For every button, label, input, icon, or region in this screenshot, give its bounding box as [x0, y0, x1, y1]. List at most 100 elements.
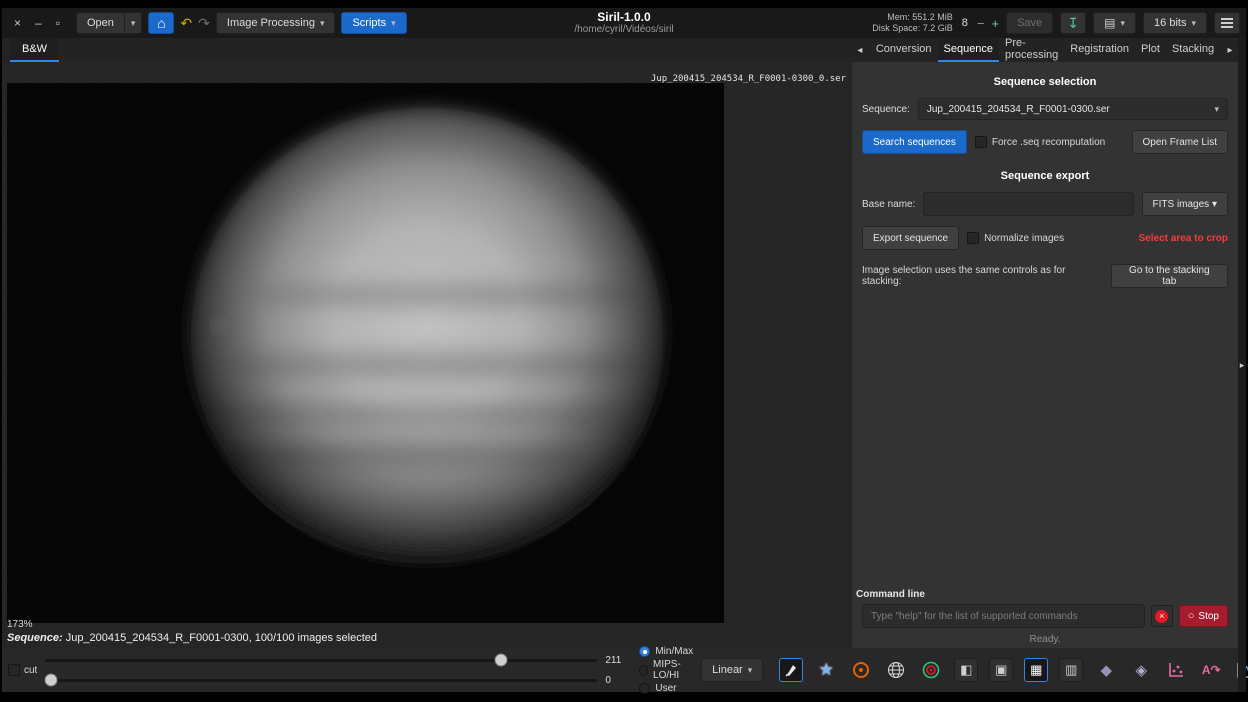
tab-plot[interactable]: Plot — [1135, 38, 1166, 62]
normalize-checkbox[interactable] — [967, 232, 979, 244]
radio-minmax[interactable]: Min/Max — [639, 646, 693, 657]
grid-overlay-button[interactable]: ▦ — [1024, 658, 1048, 682]
force-seq-checkbox[interactable] — [975, 136, 987, 148]
image-tab-bar: B&W — [2, 38, 852, 62]
cut-checkbox[interactable] — [8, 664, 20, 676]
plot-shift-button[interactable] — [1164, 658, 1188, 682]
stacking-note: Image selection uses the same controls a… — [862, 265, 1103, 287]
scripts-label: Scripts — [352, 17, 386, 29]
hamburger-icon — [1221, 18, 1233, 28]
aperture-button[interactable] — [849, 658, 873, 682]
open-recent-dropdown[interactable]: ▾ — [125, 12, 143, 34]
screen: × – ▫ Open ▾ ⌂ ↶ ↷ Image Processing ▾ Sc… — [0, 0, 1248, 702]
panel-collapse-icon: ▸ — [1240, 360, 1245, 371]
chevron-down-icon: ▾ — [1214, 104, 1219, 115]
search-sequences-button[interactable]: Search sequences — [862, 130, 967, 154]
export-sequence-button[interactable]: Export sequence — [862, 226, 959, 250]
sequence-status: Sequence: Jup_200415_204534_R_F0001-0300… — [7, 632, 377, 644]
transform-button[interactable]: A↷ — [1199, 658, 1223, 682]
sequence-selection-heading: Sequence selection — [862, 76, 1228, 88]
chevron-down-icon: ▾ — [1121, 18, 1126, 29]
home-button[interactable]: ⌂ — [148, 12, 174, 34]
chevron-down-icon: ▾ — [391, 18, 396, 29]
radio-user[interactable]: User — [639, 683, 693, 694]
display-mode-dropdown[interactable]: Linear ▾ — [701, 658, 763, 682]
window-controls: × – ▫ — [8, 17, 60, 29]
one-to-one-icon: ▣ — [995, 662, 1007, 678]
chevron-left-icon: ◂ — [857, 45, 862, 56]
export-format-dropdown[interactable]: FITS images ▾ — [1142, 192, 1229, 216]
minimize-icon[interactable]: – — [35, 17, 42, 29]
cut-option[interactable]: cut — [8, 664, 37, 676]
radio-mips[interactable]: MIPS-LO/HI — [639, 659, 693, 681]
high-slider-handle[interactable] — [494, 654, 507, 667]
low-level-value: 0 — [605, 675, 631, 686]
display-mode-label: Linear — [712, 664, 743, 676]
mirror-x-button[interactable]: ◆ — [1094, 658, 1118, 682]
tab-preprocessing[interactable]: Pre-processing — [999, 38, 1064, 62]
bit-depth-label: 16 bits — [1154, 17, 1186, 29]
stop-button[interactable]: ○ Stop — [1179, 605, 1228, 627]
mirror-x-icon: ◆ — [1100, 661, 1112, 679]
snapshot-dropdown[interactable]: ▤ ▾ — [1093, 12, 1136, 34]
sequence-status-value: Jup_200415_204534_R_F0001-0300, 100/100 … — [63, 632, 377, 644]
redo-icon[interactable]: ↷ — [198, 15, 210, 32]
memory-info: Mem: 551.2 MiB — [872, 12, 953, 23]
command-input[interactable] — [862, 604, 1145, 628]
radio-user-label: User — [655, 683, 676, 694]
force-seq-option[interactable]: Force .seq recomputation — [975, 136, 1105, 148]
tab-sequence[interactable]: Sequence — [938, 38, 1000, 62]
aperture-icon — [852, 661, 870, 679]
go-to-stacking-button[interactable]: Go to the stacking tab — [1111, 264, 1228, 288]
image-canvas-area: Jup_200415_204534_R_F0001-0300_0.ser — [2, 62, 852, 648]
save-button[interactable]: Save — [1006, 12, 1053, 34]
scripts-menu[interactable]: Scripts ▾ — [341, 12, 406, 34]
high-level-slider[interactable] — [45, 653, 597, 667]
mirror-y-button[interactable]: ◈ — [1129, 658, 1153, 682]
image-processing-menu[interactable]: Image Processing ▾ — [216, 12, 336, 34]
one-to-one-button[interactable]: ▣ — [989, 658, 1013, 682]
photometry-button[interactable] — [919, 658, 943, 682]
image-display[interactable] — [7, 83, 724, 623]
crop-hint: Select area to crop — [1139, 233, 1228, 244]
open-button[interactable]: Open — [76, 12, 125, 34]
tab-registration[interactable]: Registration — [1064, 38, 1135, 62]
normalize-option[interactable]: Normalize images — [967, 232, 1064, 244]
pin-tool-button[interactable] — [779, 658, 803, 682]
minus-icon[interactable]: − — [977, 16, 985, 31]
plus-icon[interactable]: + — [992, 16, 1000, 31]
tab-bw[interactable]: B&W — [10, 38, 59, 62]
base-name-input[interactable] — [923, 192, 1133, 216]
open-frame-list-button[interactable]: Open Frame List — [1132, 130, 1228, 154]
undo-icon[interactable]: ↶ — [180, 15, 192, 32]
save-as-button[interactable]: ↧ — [1060, 12, 1086, 34]
clear-command-button[interactable]: × — [1151, 605, 1173, 627]
low-level-slider[interactable] — [45, 673, 597, 687]
jupiter-image — [7, 83, 724, 623]
tabs-scroll-left[interactable]: ◂ — [852, 38, 868, 62]
command-line-area: Command line × ○ Stop Ready. — [854, 589, 1236, 648]
maximize-icon[interactable]: ▫ — [56, 17, 60, 29]
level-sliders: 211 0 — [45, 653, 631, 687]
tab-conversion[interactable]: Conversion — [870, 38, 938, 62]
channels-button[interactable]: ▥ — [1059, 658, 1083, 682]
display-channel-button[interactable]: ◧ — [954, 658, 978, 682]
sequence-combobox-value: Jup_200415_204534_R_F0001-0300.ser — [927, 104, 1110, 115]
tabs-scroll-right[interactable]: ▸ — [1222, 38, 1238, 62]
disk-info: Disk Space: 7.2 GiB — [872, 23, 953, 34]
panel-collapse-strip[interactable]: ▸ — [1238, 38, 1246, 692]
radio-button-icon — [639, 646, 650, 657]
zoom-level: 173% — [7, 619, 33, 630]
high-level-value: 211 — [605, 655, 631, 666]
mirror-y-icon: ◈ — [1135, 661, 1147, 679]
header-bar: × – ▫ Open ▾ ⌂ ↶ ↷ Image Processing ▾ Sc… — [2, 8, 1246, 38]
star-detection-button[interactable]: ★ — [814, 658, 838, 682]
tab-stacking[interactable]: Stacking — [1166, 38, 1220, 62]
main-menu-button[interactable] — [1214, 12, 1240, 34]
bit-depth-dropdown[interactable]: 16 bits ▾ — [1143, 12, 1207, 34]
close-icon[interactable]: × — [14, 17, 21, 29]
low-slider-handle[interactable] — [44, 674, 57, 687]
sequence-status-label: Sequence: — [7, 632, 63, 644]
astrometry-button[interactable] — [884, 658, 908, 682]
sequence-combobox[interactable]: Jup_200415_204534_R_F0001-0300.ser ▾ — [918, 98, 1228, 120]
